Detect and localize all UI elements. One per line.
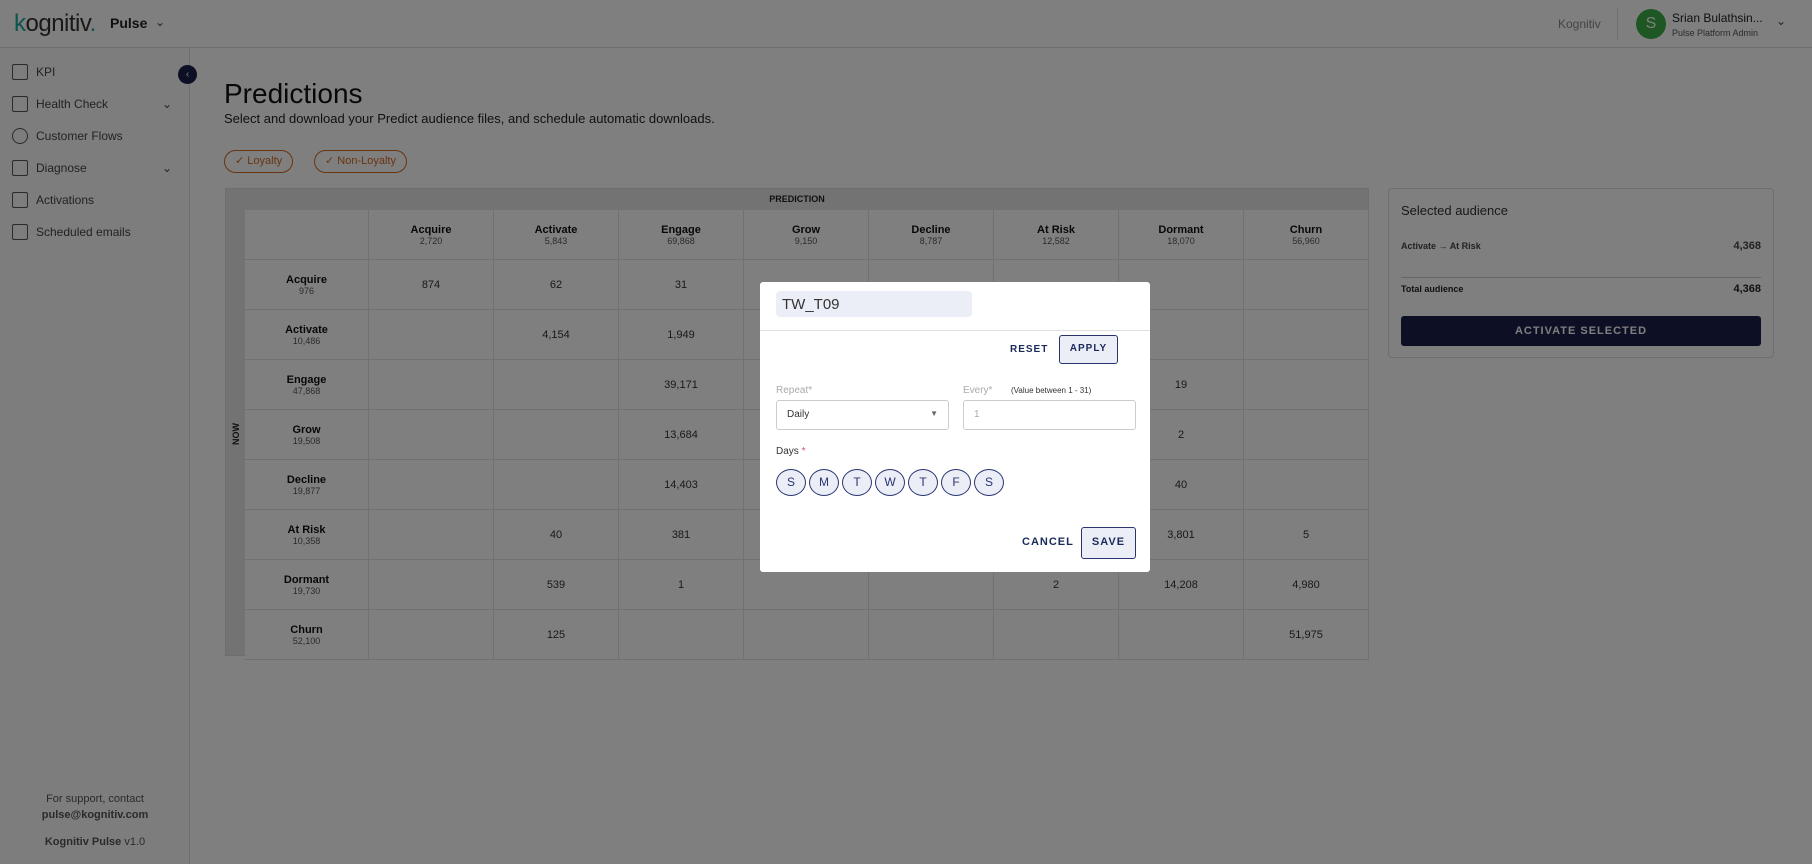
day-toggle[interactable]: W [875,469,905,496]
day-toggle[interactable]: T [842,469,872,496]
day-toggle[interactable]: S [776,469,806,496]
schedule-modal: TW_T09 RESET APPLY Repeat* Daily ▼ Every*… [760,282,1150,572]
schedule-name-field[interactable]: TW_T09 [776,291,972,317]
days-picker: SMTWTFS [776,469,1004,496]
every-label: Every* [963,385,993,396]
every-input[interactable]: 1 [963,400,1136,430]
every-hint: (Value between 1 - 31) [1011,386,1092,395]
cancel-button[interactable]: CANCEL [1022,536,1074,548]
apply-button[interactable]: APPLY [1059,335,1118,364]
day-toggle[interactable]: M [809,469,839,496]
day-toggle[interactable]: T [908,469,938,496]
repeat-label: Repeat* [776,385,813,396]
day-toggle[interactable]: S [974,469,1004,496]
dropdown-arrow-icon: ▼ [930,409,938,418]
day-toggle[interactable]: F [941,469,971,496]
repeat-value: Daily [787,409,810,420]
repeat-select[interactable]: Daily ▼ [776,400,949,430]
save-button[interactable]: SAVE [1081,527,1136,559]
days-label: Days * [776,446,806,457]
reset-button[interactable]: RESET [1010,344,1048,355]
divider [760,330,1150,331]
